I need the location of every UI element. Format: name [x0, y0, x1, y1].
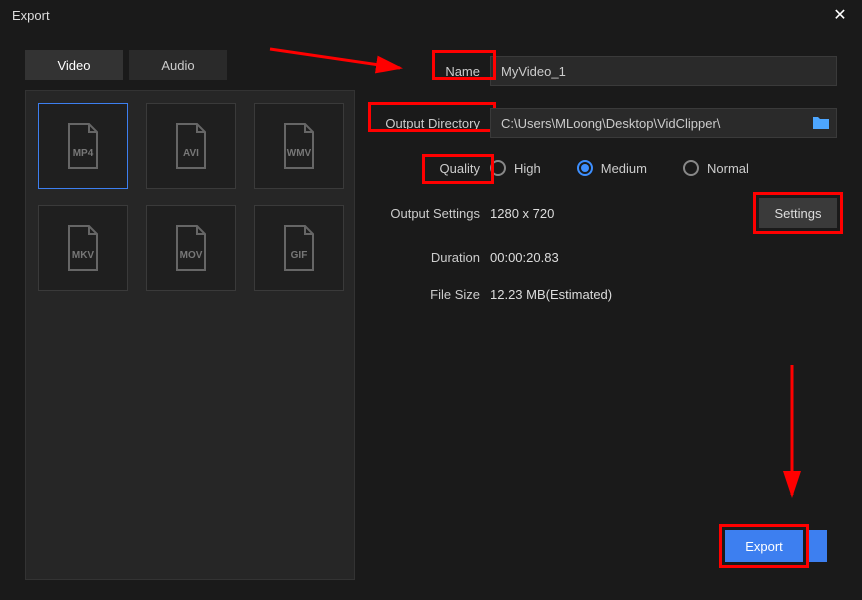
format-panel: MP4 AVI WMV MKV MOV GIF	[25, 90, 355, 580]
file-size-label: File Size	[370, 287, 490, 302]
export-button[interactable]: Export	[725, 530, 803, 562]
file-icon: WMV	[279, 122, 319, 170]
file-icon: MP4	[63, 122, 103, 170]
svg-text:MOV: MOV	[180, 250, 203, 261]
svg-text:AVI: AVI	[183, 148, 199, 159]
file-icon: GIF	[279, 224, 319, 272]
format-gif[interactable]: GIF	[254, 205, 344, 291]
settings-button[interactable]: Settings	[759, 198, 837, 228]
radio-icon	[490, 160, 506, 176]
quality-radio-normal[interactable]: Normal	[683, 160, 749, 176]
file-icon: MKV	[63, 224, 103, 272]
svg-text:WMV: WMV	[287, 148, 312, 159]
folder-icon[interactable]	[811, 114, 831, 132]
quality-high-label: High	[514, 161, 541, 176]
tab-audio[interactable]: Audio	[129, 50, 227, 80]
output-dir-input[interactable]	[490, 108, 837, 138]
svg-text:MKV: MKV	[72, 250, 95, 261]
export-dropdown-button[interactable]	[807, 530, 827, 562]
format-avi[interactable]: AVI	[146, 103, 236, 189]
output-settings-value: 1280 x 720	[490, 206, 759, 221]
svg-text:MP4: MP4	[73, 148, 94, 159]
window-title: Export	[12, 8, 50, 23]
close-icon[interactable]: ✕	[830, 5, 850, 25]
format-wmv[interactable]: WMV	[254, 103, 344, 189]
svg-text:GIF: GIF	[291, 250, 308, 261]
file-icon: MOV	[171, 224, 211, 272]
quality-medium-label: Medium	[601, 161, 647, 176]
name-label: Name	[370, 64, 490, 79]
quality-radio-medium[interactable]: Medium	[577, 160, 647, 176]
duration-label: Duration	[370, 250, 490, 265]
quality-radio-high[interactable]: High	[490, 160, 541, 176]
radio-icon	[683, 160, 699, 176]
quality-label: Quality	[370, 161, 490, 176]
file-icon: AVI	[171, 122, 211, 170]
format-mov[interactable]: MOV	[146, 205, 236, 291]
file-size-value: 12.23 MB(Estimated)	[490, 287, 837, 302]
duration-value: 00:00:20.83	[490, 250, 837, 265]
output-settings-label: Output Settings	[370, 206, 490, 221]
radio-icon	[577, 160, 593, 176]
format-mkv[interactable]: MKV	[38, 205, 128, 291]
output-dir-label: Output Directory	[370, 116, 490, 131]
quality-normal-label: Normal	[707, 161, 749, 176]
name-input[interactable]	[490, 56, 837, 86]
format-mp4[interactable]: MP4	[38, 103, 128, 189]
tab-video[interactable]: Video	[25, 50, 123, 80]
